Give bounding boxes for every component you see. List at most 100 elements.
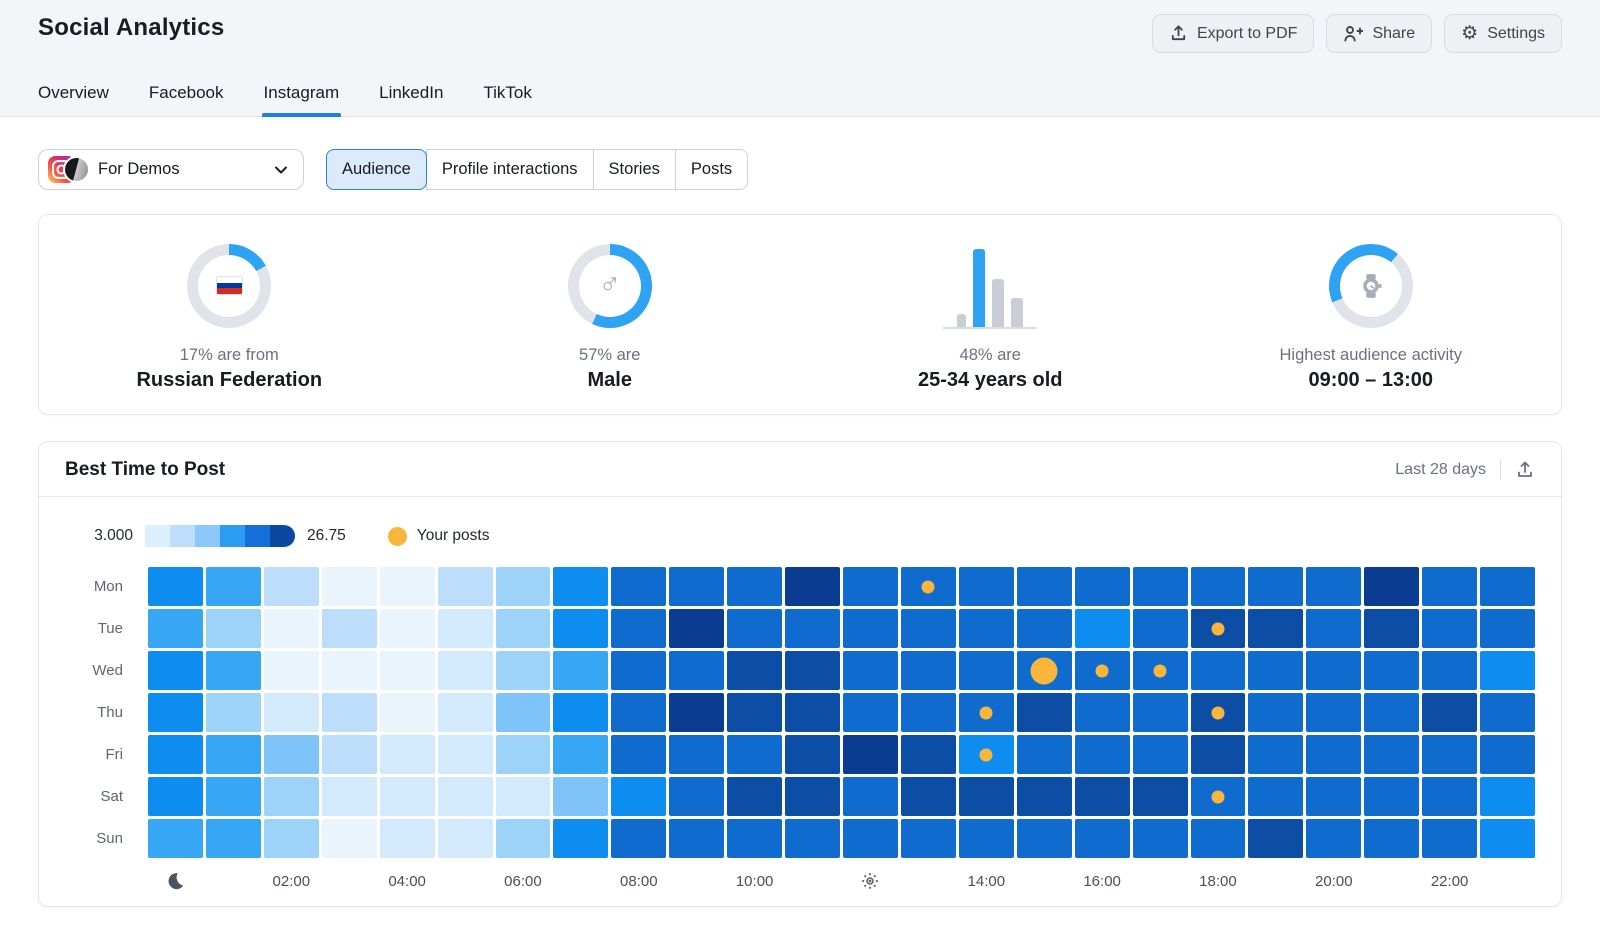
heatmap-cell[interactable]: [553, 819, 608, 858]
heatmap-cell[interactable]: [322, 609, 377, 648]
tab-tiktok[interactable]: TikTok: [483, 83, 532, 116]
heatmap-cell[interactable]: [264, 777, 319, 816]
heatmap-cell[interactable]: [959, 567, 1014, 606]
your-post-marker[interactable]: [1211, 790, 1224, 803]
heatmap-cell[interactable]: [264, 609, 319, 648]
heatmap-cell[interactable]: [785, 819, 840, 858]
heatmap-cell[interactable]: [1133, 609, 1188, 648]
heatmap-cell[interactable]: [1017, 609, 1072, 648]
heatmap-cell[interactable]: [1306, 567, 1361, 606]
heatmap-cell[interactable]: [553, 777, 608, 816]
heatmap-cell[interactable]: [148, 567, 203, 606]
heatmap-cell[interactable]: [438, 735, 493, 774]
heatmap-cell[interactable]: [1075, 567, 1130, 606]
export-chart-button[interactable]: [1515, 460, 1535, 480]
heatmap-cell[interactable]: [322, 693, 377, 732]
heatmap-cell[interactable]: [380, 735, 435, 774]
toolbar-button-share[interactable]: Share: [1326, 14, 1432, 53]
your-post-marker[interactable]: [1211, 622, 1224, 635]
tab-instagram[interactable]: Instagram: [264, 83, 340, 116]
view-tab-profile-interactions[interactable]: Profile interactions: [426, 149, 594, 190]
heatmap-cell[interactable]: [1133, 735, 1188, 774]
your-post-marker[interactable]: [1031, 657, 1058, 684]
heatmap-cell[interactable]: [1017, 693, 1072, 732]
heatmap-cell[interactable]: [727, 651, 782, 690]
tab-facebook[interactable]: Facebook: [149, 83, 224, 116]
heatmap-cell[interactable]: [1306, 735, 1361, 774]
heatmap-cell[interactable]: [1422, 735, 1477, 774]
toolbar-button-export-to-pdf[interactable]: Export to PDF: [1152, 14, 1314, 53]
heatmap-cell[interactable]: [1364, 567, 1419, 606]
heatmap-cell[interactable]: [901, 651, 956, 690]
heatmap-cell[interactable]: [1306, 609, 1361, 648]
heatmap-cell[interactable]: [901, 693, 956, 732]
your-post-marker[interactable]: [980, 748, 993, 761]
heatmap-cell[interactable]: [1075, 819, 1130, 858]
heatmap-cell[interactable]: [380, 609, 435, 648]
heatmap-cell[interactable]: [1364, 651, 1419, 690]
heatmap-cell[interactable]: [959, 651, 1014, 690]
heatmap-cell[interactable]: [1191, 777, 1246, 816]
heatmap-cell[interactable]: [380, 819, 435, 858]
heatmap-cell[interactable]: [438, 651, 493, 690]
heatmap-cell[interactable]: [1017, 735, 1072, 774]
heatmap-cell[interactable]: [1075, 777, 1130, 816]
heatmap-cell[interactable]: [959, 735, 1014, 774]
heatmap-cell[interactable]: [322, 651, 377, 690]
heatmap-cell[interactable]: [1191, 651, 1246, 690]
heatmap-cell[interactable]: [496, 819, 551, 858]
heatmap-cell[interactable]: [496, 777, 551, 816]
heatmap-cell[interactable]: [727, 777, 782, 816]
heatmap-cell[interactable]: [1133, 819, 1188, 858]
heatmap-cell[interactable]: [1480, 609, 1535, 648]
heatmap-cell[interactable]: [496, 651, 551, 690]
heatmap-cell[interactable]: [553, 693, 608, 732]
heatmap-cell[interactable]: [264, 567, 319, 606]
account-selector[interactable]: For Demos: [38, 149, 304, 190]
heatmap-cell[interactable]: [1480, 819, 1535, 858]
heatmap-cell[interactable]: [148, 777, 203, 816]
heatmap-cell[interactable]: [959, 693, 1014, 732]
heatmap-cell[interactable]: [380, 693, 435, 732]
heatmap-cell[interactable]: [206, 735, 261, 774]
heatmap-cell[interactable]: [1133, 567, 1188, 606]
heatmap-cell[interactable]: [1191, 567, 1246, 606]
heatmap-cell[interactable]: [843, 609, 898, 648]
heatmap-cell[interactable]: [669, 693, 724, 732]
heatmap-cell[interactable]: [206, 693, 261, 732]
heatmap-cell[interactable]: [148, 735, 203, 774]
heatmap-cell[interactable]: [1364, 693, 1419, 732]
heatmap-cell[interactable]: [1075, 693, 1130, 732]
heatmap-cell[interactable]: [901, 609, 956, 648]
heatmap-cell[interactable]: [322, 777, 377, 816]
tab-overview[interactable]: Overview: [38, 83, 109, 116]
heatmap-cell[interactable]: [206, 567, 261, 606]
view-tab-posts[interactable]: Posts: [675, 149, 748, 190]
heatmap-cell[interactable]: [438, 777, 493, 816]
your-post-marker[interactable]: [1096, 664, 1109, 677]
heatmap-cell[interactable]: [1306, 819, 1361, 858]
heatmap-cell[interactable]: [206, 819, 261, 858]
heatmap-cell[interactable]: [669, 651, 724, 690]
heatmap-cell[interactable]: [322, 819, 377, 858]
heatmap-cell[interactable]: [1017, 777, 1072, 816]
heatmap-cell[interactable]: [1480, 651, 1535, 690]
heatmap-cell[interactable]: [785, 735, 840, 774]
heatmap-cell[interactable]: [785, 777, 840, 816]
heatmap-cell[interactable]: [1191, 735, 1246, 774]
heatmap-cell[interactable]: [843, 567, 898, 606]
heatmap-cell[interactable]: [1017, 819, 1072, 858]
heatmap-cell[interactable]: [611, 609, 666, 648]
heatmap-cell[interactable]: [553, 651, 608, 690]
heatmap-cell[interactable]: [1133, 777, 1188, 816]
heatmap-cell[interactable]: [206, 609, 261, 648]
heatmap-cell[interactable]: [727, 609, 782, 648]
heatmap-cell[interactable]: [496, 735, 551, 774]
heatmap-cell[interactable]: [669, 609, 724, 648]
heatmap-cell[interactable]: [669, 567, 724, 606]
heatmap-cell[interactable]: [959, 819, 1014, 858]
heatmap-cell[interactable]: [553, 735, 608, 774]
heatmap-cell[interactable]: [1017, 567, 1072, 606]
heatmap-cell[interactable]: [727, 567, 782, 606]
heatmap-cell[interactable]: [1480, 735, 1535, 774]
